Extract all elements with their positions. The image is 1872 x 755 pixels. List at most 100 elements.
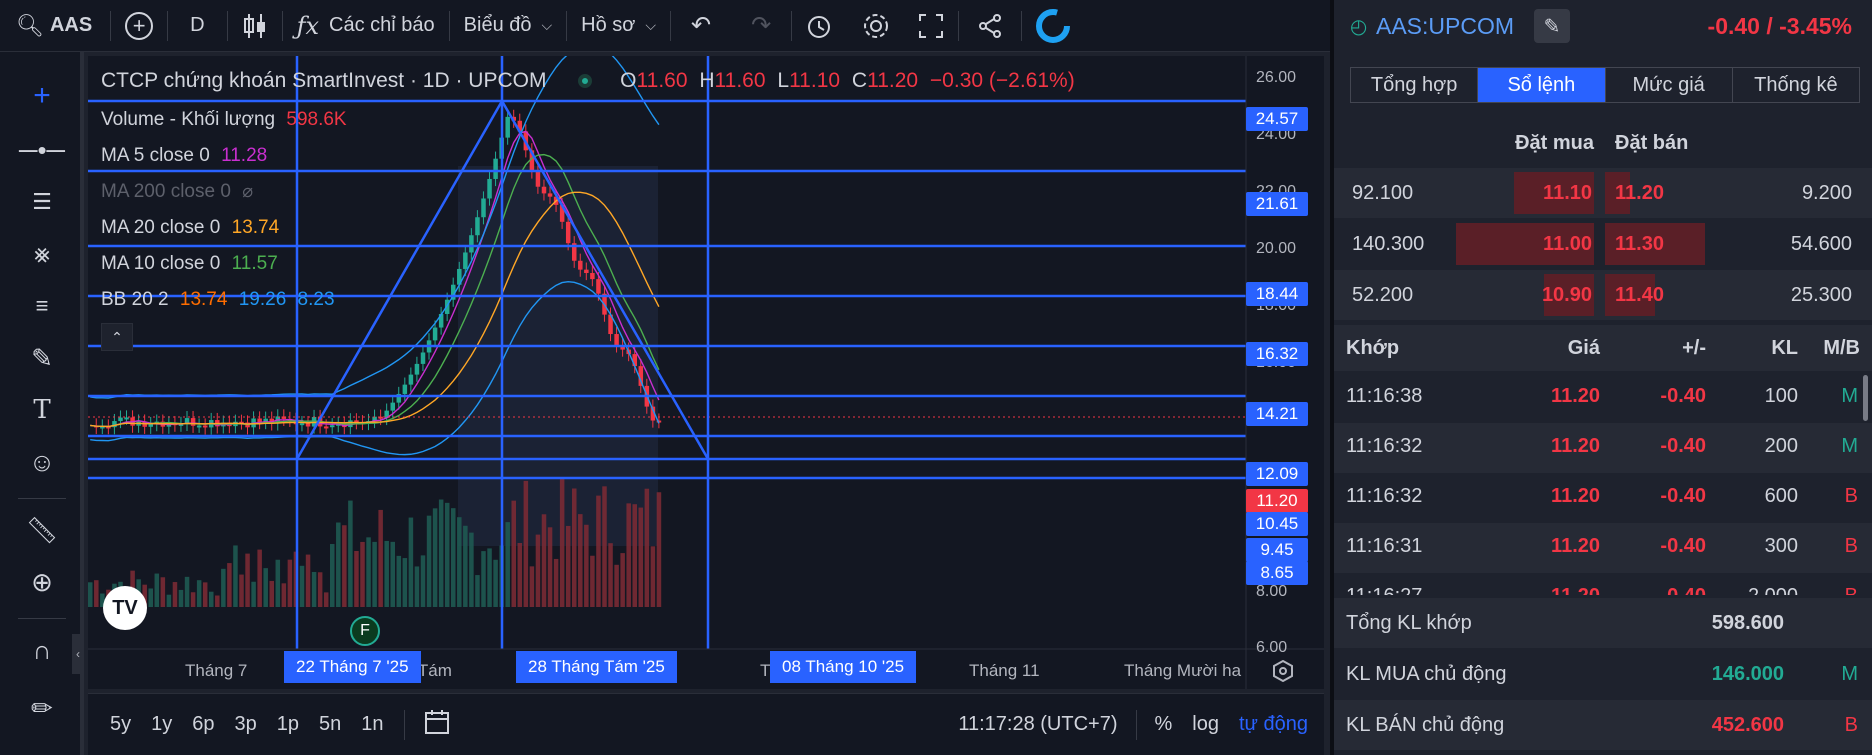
trades-scrollbar[interactable] [1863,375,1868,421]
summary-side: B [1844,714,1858,736]
legend-bb[interactable]: BB 20 2 13.74 19.26 8.23 [101,289,341,311]
undo-button[interactable]: ↶ [671,0,731,52]
volume-bar [608,543,613,607]
level-price-tag: 16.32 [1246,342,1308,366]
range-button[interactable]: 5n [309,713,351,736]
quote-panel: ◴ AAS:UPCOM ✎ -0.40 / -3.45% Tổng hợp Sổ… [1330,0,1872,755]
collapse-legend-button[interactable]: ⌃ [101,323,133,351]
pattern-tool[interactable]: ⨳ [22,234,62,274]
ma200-label: MA 200 close 0 [101,181,231,202]
legend-volume[interactable]: Volume - Khối lượng 598.6K [101,109,353,131]
trade-price: 11.20 [1551,385,1600,407]
share-icon [979,13,1002,38]
eye-hidden-icon[interactable]: ⌀ [242,181,253,201]
clock[interactable]: 11:17:28 (UTC+7) [948,713,1127,736]
trade-row[interactable]: 11:16:32 11.20 -0.40 200 M [1334,423,1872,473]
legend-ma200[interactable]: MA 200 close 0 ⌀ [101,181,259,203]
alert-button[interactable] [792,0,848,52]
volume-bar [305,554,311,607]
volume-bar [463,525,468,607]
percent-scale-toggle[interactable]: % [1145,713,1183,736]
emoji-tool[interactable]: ☺ [22,442,62,482]
interval-button[interactable]: D [168,0,226,52]
range-button[interactable]: 5y [100,713,141,736]
zoom-tool[interactable]: ⊕ [22,562,62,602]
trade-row[interactable]: 11:16:31 11.20 -0.40 300 B [1334,523,1872,573]
volume-bar [372,541,377,607]
trade-side: M [1841,385,1858,407]
brush-tool[interactable]: ✎ [22,338,62,378]
level-price-tag: 18.44 [1246,282,1308,306]
panel-symbol[interactable]: AAS:UPCOM [1376,13,1514,40]
redo-button[interactable]: ↷ [731,0,791,52]
range-button[interactable]: 6p [182,713,224,736]
orderbook-row[interactable]: 92.100 11.10 11.20 9.200 [1334,168,1872,218]
low-label: L [777,69,790,92]
line-icon: ─•─ [19,134,65,165]
crosshair-tool[interactable]: + [22,76,62,116]
auto-scale-toggle[interactable]: tự động [1229,713,1324,736]
candle-body [596,279,601,294]
candle-body [565,221,571,244]
line-tool[interactable]: ─•─ [19,130,65,170]
tab-price-levels[interactable]: Mức giá [1606,68,1733,102]
search-icon: 🔍︎ [16,12,44,38]
edit-symbol-button[interactable]: ✎ [1534,9,1570,43]
tab-summary[interactable]: Tổng hợp [1351,68,1479,102]
profile-dropdown[interactable]: Hồ sơ ⌵ [567,0,670,52]
collapse-toolbar-button[interactable]: ‹ [72,634,84,674]
trades-list[interactable]: 11:16:38 11.20 -0.40 100 M 11:16:32 11.20 -0.40… [1334,373,1872,595]
axis-settings-button[interactable] [1268,656,1298,686]
magnet-tool[interactable]: ∩ [22,630,62,670]
range-button[interactable]: 1p [267,713,309,736]
last-price-tag: 11.20 [1246,489,1308,513]
legend-ma5[interactable]: MA 5 close 0 11.28 [101,145,273,167]
price-chart[interactable] [88,56,1324,689]
volume-bar [402,558,408,607]
candle-body [578,260,583,270]
candle-style-button[interactable] [228,0,282,52]
settings-button[interactable] [848,0,904,52]
date-range-button[interactable] [415,708,461,741]
ask-price: 11.30 [1615,233,1664,255]
indicators-button[interactable]: ƒx Các chỉ báo [283,0,449,52]
prediction-tool[interactable]: ≡ [22,286,62,326]
price-tick: 8.00 [1256,583,1288,600]
trade-row[interactable]: 11:16:38 11.20 -0.40 100 M [1334,373,1872,423]
chart-type-dropdown[interactable]: Biểu đồ ⌵ [450,0,566,52]
tab-orderbook[interactable]: Sổ lệnh [1478,68,1606,102]
log-scale-toggle[interactable]: log [1182,713,1229,736]
volume-bar [481,551,486,607]
volume-bar [650,546,656,607]
event-marker[interactable]: F [350,616,380,646]
range-button[interactable]: 3p [225,713,267,736]
trade-row[interactable]: 11:16:32 11.20 -0.40 600 B [1334,473,1872,523]
volume-bar [366,537,371,607]
tab-statistics[interactable]: Thống kê [1733,68,1859,102]
symbol-search[interactable]: 🔍︎ AAS [0,0,110,52]
volume-bar [620,553,625,607]
legend-ma10[interactable]: MA 10 close 0 11.57 [101,253,284,275]
fib-tool[interactable]: ☰ [22,182,62,222]
range-button[interactable]: 1y [141,713,182,736]
ruler-tool[interactable]: 📏︎ [22,510,62,550]
panel-change: -0.40 / -3.45% [1707,13,1852,39]
summary-side: M [1841,663,1858,685]
fullscreen-button[interactable] [904,0,958,52]
trade-change: -0.40 [1660,485,1706,507]
chart-area[interactable]: CTCP chứng khoán SmartInvest · 1D · UPCO… [88,56,1324,689]
lock-draw-tool[interactable]: ✏ [22,688,62,728]
orderbook-row[interactable]: 140.300 11.00 11.30 54.600 [1334,219,1872,269]
orderbook-row[interactable]: 52.200 10.90 11.40 25.300 [1334,270,1872,320]
bb-label: BB 20 2 [101,289,169,310]
range-button[interactable]: 1n [351,713,393,736]
ask-header: Đặt bán [1615,132,1689,154]
legend-ma20[interactable]: MA 20 close 0 13.74 [101,217,285,239]
volume-bar [632,504,637,607]
compare-button[interactable]: + [111,0,167,52]
volume-bar [584,524,589,607]
text-tool[interactable]: T [22,390,62,430]
trade-row[interactable]: 11:16:27 11.20 -0.40 2.000 B [1334,573,1872,595]
share-button[interactable] [959,0,1021,52]
volume-bar [469,532,474,607]
